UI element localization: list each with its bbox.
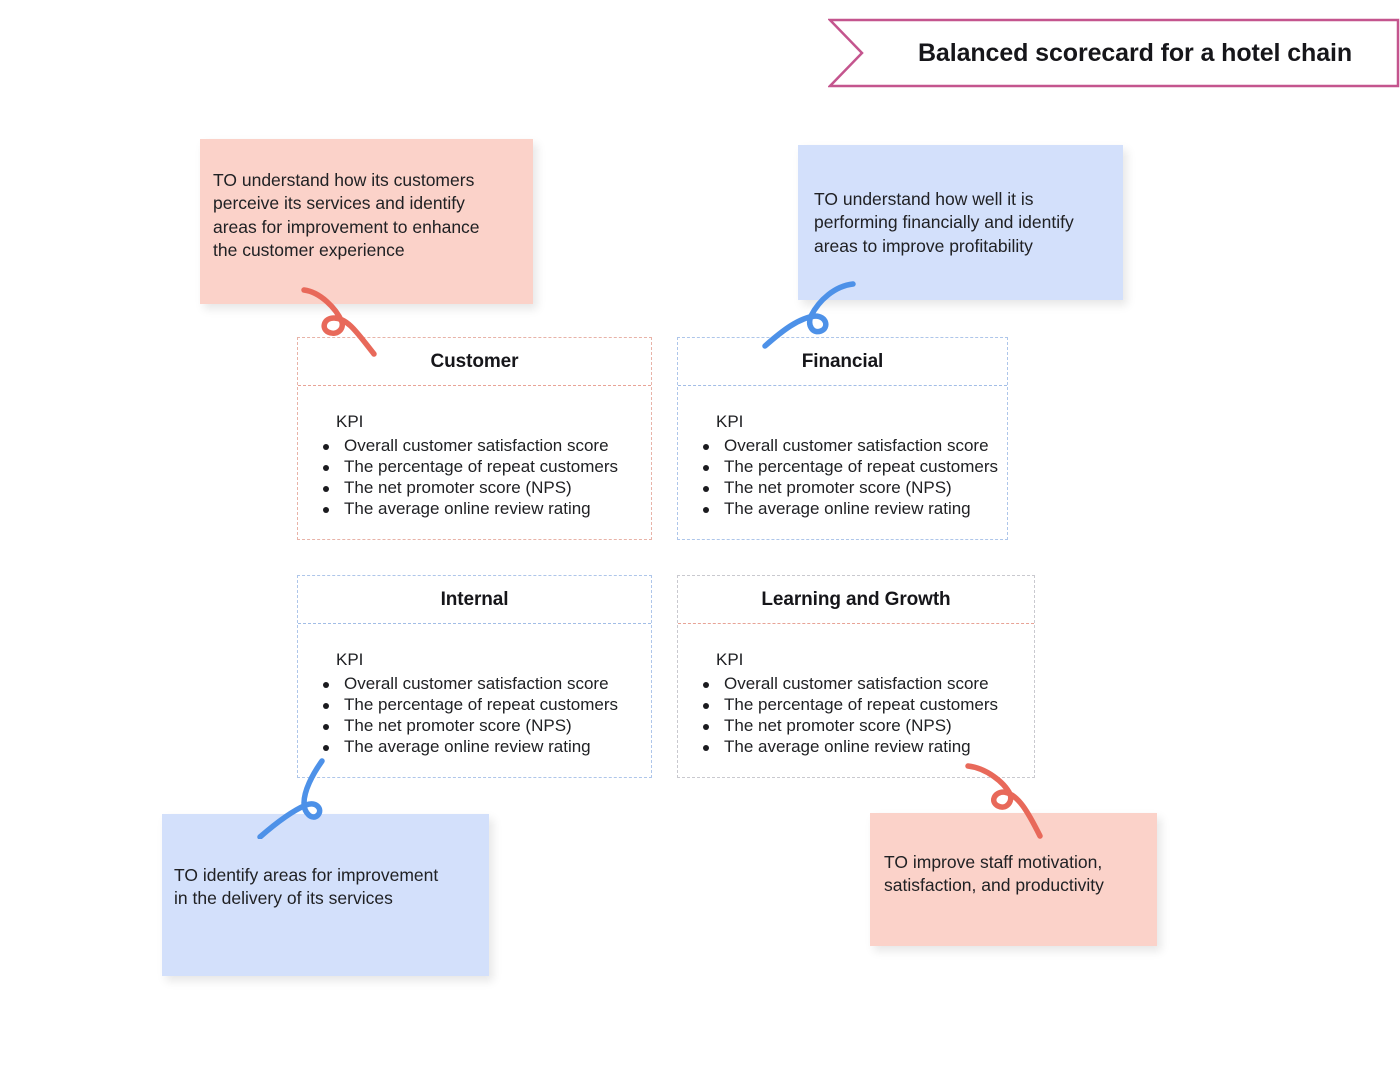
list-item: Overall customer satisfaction score: [320, 436, 651, 457]
kpi-list-financial: Overall customer satisfaction score The …: [678, 436, 1007, 520]
kpi-list-customer: Overall customer satisfaction score The …: [298, 436, 651, 520]
list-item: The net promoter score (NPS): [320, 478, 651, 499]
list-item: Overall customer satisfaction score: [320, 674, 651, 695]
kpi-label-financial: KPI: [716, 412, 744, 431]
list-item: The net promoter score (NPS): [700, 478, 1007, 499]
list-item: The percentage of repeat customers: [320, 695, 651, 716]
sticky-note-learning-objective: TO improve staff motivation, satisfactio…: [870, 813, 1157, 946]
list-item: The percentage of repeat customers: [700, 695, 1034, 716]
kpi-list-internal: Overall customer satisfaction score The …: [298, 674, 651, 758]
sticky-note-customer-text: TO understand how its customers perceive…: [213, 170, 480, 260]
quadrant-title-customer: Customer: [298, 338, 651, 386]
list-item: The average online review rating: [700, 499, 1007, 520]
kpi-label-internal: KPI: [336, 650, 364, 669]
kpi-label-learning-and-growth: KPI: [716, 650, 744, 669]
quadrant-body-learning-and-growth: KPI Overall customer satisfaction score …: [678, 624, 1034, 758]
sticky-note-financial-text: TO understand how well it is performing …: [814, 189, 1074, 256]
list-item: Overall customer satisfaction score: [700, 436, 1007, 457]
list-item: The average online review rating: [320, 737, 651, 758]
quadrant-body-internal: KPI Overall customer satisfaction score …: [298, 624, 651, 758]
quadrant-body-customer: KPI Overall customer satisfaction score …: [298, 386, 651, 520]
quadrant-title-financial: Financial: [678, 338, 1007, 386]
list-item: The percentage of repeat customers: [700, 457, 1007, 478]
kpi-label-customer: KPI: [336, 412, 364, 431]
page-title: Balanced scorecard for a hotel chain: [917, 38, 1353, 67]
quadrant-title-internal: Internal: [298, 576, 651, 624]
quadrant-card-internal: Internal KPI Overall customer satisfacti…: [297, 575, 652, 778]
quadrant-card-financial: Financial KPI Overall customer satisfact…: [677, 337, 1008, 540]
sticky-note-financial-objective: TO understand how well it is performing …: [798, 145, 1123, 300]
sticky-note-customer-objective: TO understand how its customers perceive…: [200, 139, 533, 304]
title-banner: Balanced scorecard for a hotel chain: [828, 18, 1400, 88]
list-item: The net promoter score (NPS): [320, 716, 651, 737]
list-item: The net promoter score (NPS): [700, 716, 1034, 737]
kpi-list-learning-and-growth: Overall customer satisfaction score The …: [678, 674, 1034, 758]
sticky-note-internal-objective: TO identify areas for improvement in the…: [162, 814, 489, 976]
sticky-note-learning-text: TO improve staff motivation, satisfactio…: [884, 852, 1104, 896]
quadrant-body-financial: KPI Overall customer satisfaction score …: [678, 386, 1007, 520]
quadrant-title-learning-and-growth: Learning and Growth: [678, 576, 1034, 624]
list-item: The average online review rating: [320, 499, 651, 520]
quadrant-card-learning-and-growth: Learning and Growth KPI Overall customer…: [677, 575, 1035, 778]
list-item: Overall customer satisfaction score: [700, 674, 1034, 695]
quadrant-card-customer: Customer KPI Overall customer satisfacti…: [297, 337, 652, 540]
list-item: The percentage of repeat customers: [320, 457, 651, 478]
sticky-note-internal-text: TO identify areas for improvement in the…: [174, 865, 439, 909]
list-item: The average online review rating: [700, 737, 1034, 758]
